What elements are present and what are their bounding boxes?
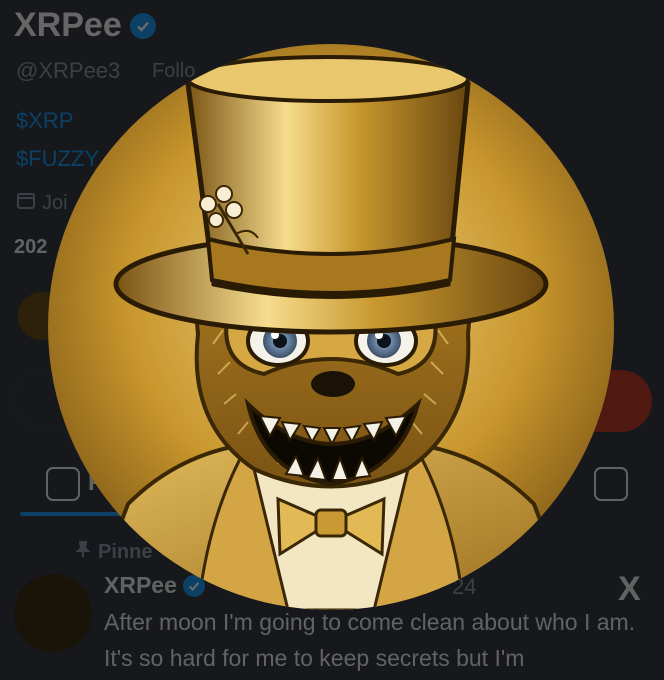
gold-sloth-top-hat-image — [48, 44, 614, 610]
follows-you-label: Follo — [152, 60, 196, 82]
pinned-label: Pinne — [98, 540, 153, 563]
joined-date: Joi — [16, 190, 68, 216]
profile-handle: @XRPee3 — [16, 58, 121, 83]
profile-picture-enlarged[interactable] — [48, 44, 614, 610]
pin-icon — [74, 540, 92, 564]
verified-badge-icon — [129, 12, 156, 39]
post-text: After moon I'm going to come clean about… — [104, 609, 636, 671]
posts-tab-icon[interactable] — [46, 467, 80, 501]
video-tab-icon[interactable] — [594, 467, 628, 501]
bio-link-fuzzy[interactable]: $FUZZY — [16, 146, 99, 172]
calendar-icon — [16, 190, 36, 216]
joined-label: Joi — [42, 191, 68, 214]
profile-name: XRPee — [14, 6, 122, 44]
post-author-name[interactable]: XRPee — [104, 572, 177, 599]
profile-header: XRPee — [14, 6, 156, 45]
post-author: XRPee — [104, 572, 205, 599]
bio-link-xrp[interactable]: $XRP — [16, 108, 73, 134]
following-count[interactable]: 202 — [14, 236, 47, 259]
post-author-avatar[interactable] — [14, 574, 92, 652]
pinned-indicator: Pinne — [74, 540, 152, 564]
